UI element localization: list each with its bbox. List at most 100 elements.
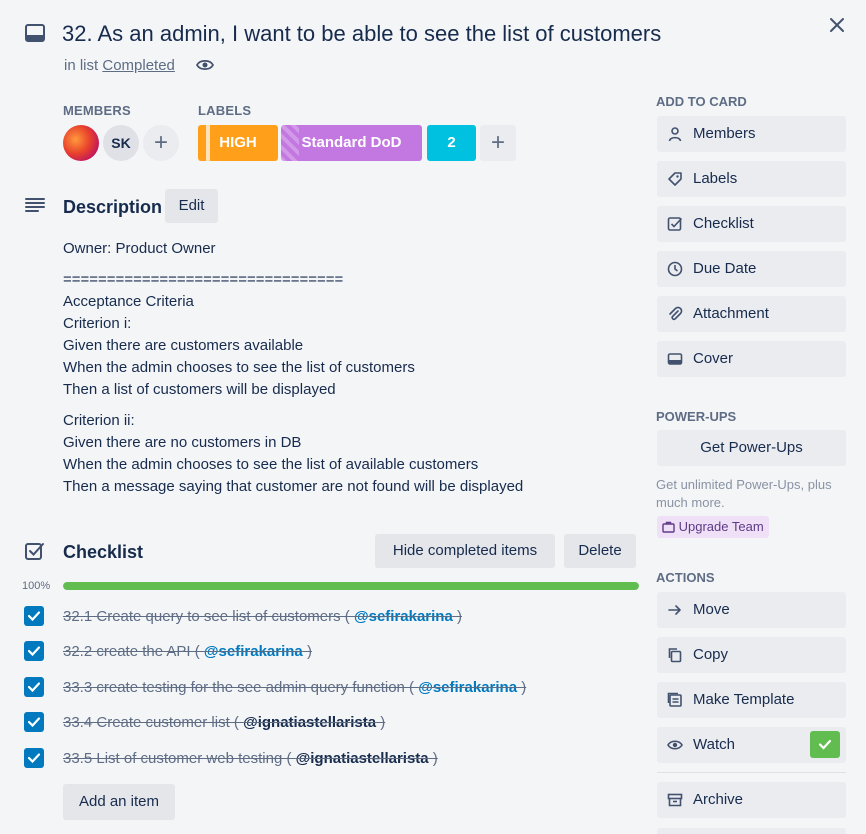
mention-link[interactable]: @ignatiastellarista: [243, 714, 376, 731]
checklist-item[interactable]: [24, 641, 44, 661]
item-suffix: ): [428, 750, 438, 767]
label-high[interactable]: HIGH: [198, 125, 278, 161]
description-icon: [24, 196, 46, 214]
actions-divider: [657, 772, 846, 773]
cover-button[interactable]: Cover: [657, 341, 846, 377]
labels-button[interactable]: Labels: [657, 161, 846, 197]
checklist-item-text[interactable]: 33.3 create testing for the see admin qu…: [63, 679, 526, 696]
attachment-button-label: Attachment: [693, 305, 769, 322]
label-standard-dod[interactable]: Standard DoD: [281, 125, 422, 161]
description-line: Criterion i:: [63, 315, 132, 332]
hide-completed-button[interactable]: Hide completed items: [375, 534, 555, 568]
members-button-label: Members: [693, 125, 756, 142]
make-template-button-label: Make Template: [693, 691, 795, 708]
add-member-button[interactable]: +: [143, 125, 179, 161]
mention-link[interactable]: @sefirakarina: [418, 679, 517, 696]
members-button[interactable]: Members: [657, 116, 846, 152]
powerups-note: Get unlimited Power-Ups, plus much more.: [656, 477, 832, 510]
attachment-button[interactable]: Attachment: [657, 296, 846, 332]
eye-icon: [667, 737, 683, 753]
progress-percent: 100%: [22, 580, 51, 592]
checklist-item-text[interactable]: 32.1 Create query to see list of custome…: [63, 608, 462, 625]
checkbox-checked-icon[interactable]: [24, 712, 44, 732]
item-text: 33.3 create testing for the see admin qu…: [63, 679, 419, 696]
mention-link[interactable]: @sefirakarina: [354, 608, 453, 625]
watch-button-label: Watch: [693, 736, 735, 753]
checklist-item[interactable]: [24, 712, 44, 732]
labels-button-label: Labels: [693, 170, 738, 187]
item-text: 32.2 create the API (: [63, 643, 204, 660]
description-line: Then a list of customers will be display…: [63, 381, 336, 398]
item-suffix: ): [517, 679, 527, 696]
description-line: Acceptance Criteria: [63, 293, 194, 310]
checklist-item-text[interactable]: 32.2 create the API ( @sefirakarina ): [63, 643, 312, 660]
checklist-item[interactable]: [24, 748, 44, 768]
upgrade-team-button[interactable]: Upgrade Team: [657, 516, 769, 538]
add-to-card-heading: ADD TO CARD: [656, 94, 747, 109]
description-line: When the admin chooses to see the list o…: [63, 456, 479, 473]
item-text: 33.5 List of customer web testing (: [63, 750, 296, 767]
close-icon[interactable]: [826, 14, 848, 36]
labels-heading: LABELS: [198, 103, 252, 118]
checkbox-checked-icon[interactable]: [24, 606, 44, 626]
checklist-icon: [24, 541, 46, 561]
due-date-button-label: Due Date: [693, 260, 757, 277]
watch-checked-icon: [810, 731, 840, 758]
upgrade-team-label: Upgrade Team: [678, 519, 764, 534]
progress-fill: [63, 582, 639, 590]
get-powerups-button[interactable]: Get Power-Ups: [657, 430, 846, 466]
item-text: 33.4 Create customer list (: [63, 714, 244, 731]
item-text: 32.1 Create query to see list of custome…: [63, 608, 354, 625]
label-2[interactable]: 2: [427, 125, 476, 161]
template-icon: [667, 692, 683, 708]
share-button-partial[interactable]: [657, 828, 846, 834]
make-template-button[interactable]: Make Template: [657, 682, 846, 718]
card-title[interactable]: 32. As an admin, I want to be able to se…: [62, 19, 661, 49]
description-line: ================================: [63, 271, 344, 288]
avatar[interactable]: [63, 125, 99, 161]
checkbox-checked-icon[interactable]: [24, 748, 44, 768]
edit-description-button[interactable]: Edit: [165, 189, 218, 223]
cover-button-label: Cover: [693, 350, 734, 367]
description-line: When the admin chooses to see the list o…: [63, 359, 415, 376]
add-item-button[interactable]: Add an item: [63, 784, 175, 820]
copy-button[interactable]: Copy: [657, 637, 846, 673]
checklist-heading: Checklist: [63, 542, 144, 562]
checkbox-checked-icon[interactable]: [24, 641, 44, 661]
mention-link[interactable]: @ignatiastellarista: [296, 750, 429, 767]
checklist-item[interactable]: [24, 677, 44, 697]
copy-button-label: Copy: [693, 646, 729, 663]
in-list-prefix: in list: [64, 57, 99, 74]
move-button[interactable]: Move: [657, 592, 846, 628]
members-heading: MEMBERS: [63, 103, 131, 118]
avatar-initials[interactable]: SK: [103, 125, 139, 161]
arrow-right-icon: [667, 602, 683, 618]
list-link[interactable]: Completed: [102, 57, 175, 74]
delete-checklist-button[interactable]: Delete: [564, 534, 636, 568]
watching-eye-icon: [196, 57, 214, 73]
clock-icon: [667, 261, 683, 277]
archive-button-label: Archive: [693, 791, 744, 808]
due-date-button[interactable]: Due Date: [657, 251, 846, 287]
cover-icon: [667, 351, 683, 367]
checkbox-checked-icon[interactable]: [24, 677, 44, 697]
item-suffix: ): [452, 608, 462, 625]
checklist-button-label: Checklist: [693, 215, 754, 232]
item-suffix: ): [302, 643, 312, 660]
progress-bar: [63, 582, 639, 590]
card-icon: [24, 22, 46, 44]
watch-button[interactable]: Watch: [657, 727, 846, 763]
description-body[interactable]: Owner: Product Owner ===================…: [63, 238, 623, 498]
paperclip-icon: [667, 306, 683, 322]
checklist-button[interactable]: Checklist: [657, 206, 846, 242]
mention-link[interactable]: @sefirakarina: [204, 643, 303, 660]
actions-heading: ACTIONS: [656, 570, 715, 585]
add-label-button[interactable]: +: [480, 125, 516, 161]
move-button-label: Move: [693, 601, 730, 618]
archive-button[interactable]: Archive: [657, 782, 846, 818]
checklist-item-text[interactable]: 33.4 Create customer list ( @ignatiastel…: [63, 714, 385, 731]
checklist-item[interactable]: [24, 606, 44, 626]
person-icon: [667, 126, 683, 142]
description-heading: Description: [63, 197, 163, 217]
checklist-item-text[interactable]: 33.5 List of customer web testing ( @ign…: [63, 750, 438, 767]
